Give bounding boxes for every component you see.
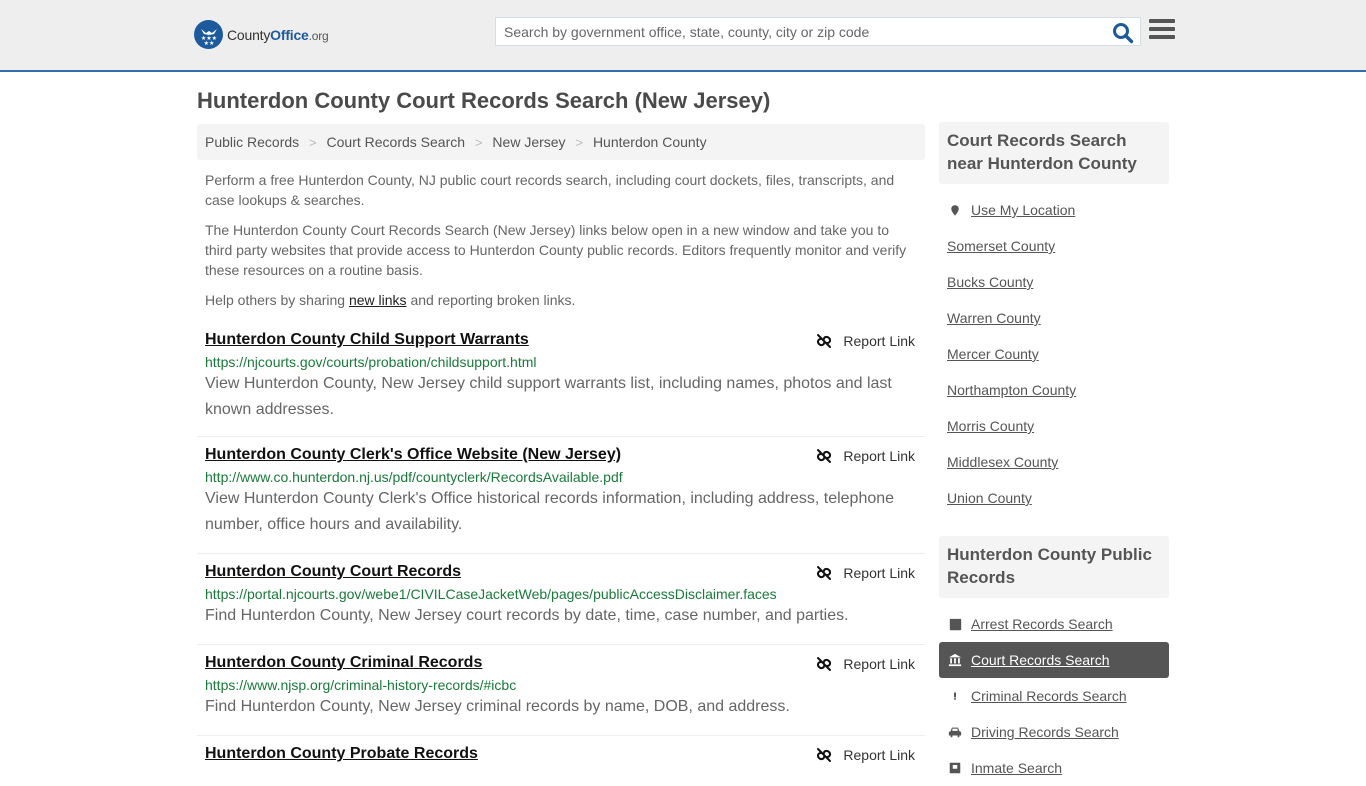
- public-records-list: Arrest Records Search Court Records Sear…: [939, 598, 1169, 786]
- breadcrumb-separator: >: [575, 135, 584, 150]
- site-header: ★★★ ★★ CountyOffice.org: [0, 0, 1366, 72]
- nearby-county-link[interactable]: Warren County: [947, 310, 1041, 326]
- breadcrumb-public-records[interactable]: Public Records: [205, 134, 299, 150]
- report-link-button[interactable]: Report Link: [815, 447, 915, 465]
- result-item: Hunterdon County Child Support Warrants …: [197, 322, 925, 437]
- new-links-link[interactable]: new links: [349, 292, 407, 308]
- sidebar-item-inmate-search[interactable]: Inmate Search: [939, 750, 1169, 786]
- result-description: View Hunterdon County Clerk's Office his…: [205, 490, 895, 533]
- nearby-county-item[interactable]: Morris County: [939, 408, 1169, 444]
- exclamation-icon: [947, 688, 963, 704]
- result-url: https://www.njsp.org/criminal-history-re…: [205, 677, 517, 693]
- nearby-county-link[interactable]: Bucks County: [947, 274, 1033, 290]
- report-link-button[interactable]: Report Link: [815, 332, 915, 350]
- logo-wordmark: CountyOffice.org: [227, 26, 329, 43]
- nearby-county-link[interactable]: Northampton County: [947, 382, 1076, 398]
- nearby-county-item[interactable]: Middlesex County: [939, 444, 1169, 480]
- result-title-link[interactable]: Hunterdon County Clerk's Office Website …: [205, 446, 621, 464]
- sidebar-link[interactable]: Arrest Records Search: [971, 616, 1113, 632]
- sidebar-item-arrest-records[interactable]: Arrest Records Search: [939, 606, 1169, 642]
- inmate-icon: [947, 760, 963, 776]
- nearby-county-item[interactable]: Warren County: [939, 300, 1169, 336]
- result-title-link[interactable]: Hunterdon County Probate Records: [205, 745, 478, 763]
- result-description: View Hunterdon County, New Jersey child …: [205, 375, 892, 418]
- nearby-county-link[interactable]: Mercer County: [947, 346, 1039, 362]
- page-title: Hunterdon County Court Records Search (N…: [197, 88, 771, 113]
- sidebar-item-driving-records[interactable]: Driving Records Search: [939, 714, 1169, 750]
- result-url: https://portal.njcourts.gov/webe1/CIVILC…: [205, 586, 777, 602]
- nearby-county-link[interactable]: Union County: [947, 490, 1032, 506]
- broken-link-icon: [817, 657, 832, 671]
- courthouse-icon: [947, 652, 963, 668]
- square-icon: [947, 616, 963, 632]
- nearby-heading: Court Records Search near Hunterdon Coun…: [939, 122, 1169, 184]
- result-item: Hunterdon County Court Records Report Li…: [197, 554, 925, 645]
- site-logo[interactable]: ★★★ ★★ CountyOffice.org: [194, 20, 329, 49]
- results-list: Hunterdon County Child Support Warrants …: [197, 322, 925, 773]
- report-link-button[interactable]: Report Link: [815, 746, 915, 764]
- breadcrumb-separator: >: [474, 135, 483, 150]
- nearby-county-item[interactable]: Bucks County: [939, 264, 1169, 300]
- breadcrumb-hunterdon-county[interactable]: Hunterdon County: [593, 134, 707, 150]
- result-item: Hunterdon County Clerk's Office Website …: [197, 437, 925, 554]
- result-url: https://njcourts.gov/courts/probation/ch…: [205, 354, 537, 370]
- result-title-link[interactable]: Hunterdon County Child Support Warrants: [205, 331, 529, 349]
- sidebar-link[interactable]: Court Records Search: [971, 652, 1110, 668]
- car-icon: [947, 724, 963, 740]
- intro-paragraph: The Hunterdon County Court Records Searc…: [205, 222, 907, 278]
- sidebar-item-criminal-records[interactable]: Criminal Records Search: [939, 678, 1169, 714]
- nearby-list: Use My Location Somerset County Bucks Co…: [939, 184, 1169, 516]
- broken-link-icon: [817, 449, 832, 463]
- nearby-sidebar: Court Records Search near Hunterdon Coun…: [939, 122, 1169, 516]
- breadcrumb-new-jersey[interactable]: New Jersey: [492, 134, 565, 150]
- nearby-county-link[interactable]: Morris County: [947, 418, 1034, 434]
- sidebar-item-court-records[interactable]: Court Records Search: [939, 642, 1169, 678]
- report-link-button[interactable]: Report Link: [815, 564, 915, 582]
- share-links-paragraph: Help others by sharing new links and rep…: [205, 292, 576, 308]
- intro-text: Perform a free Hunterdon County, NJ publ…: [205, 170, 917, 320]
- result-title-link[interactable]: Hunterdon County Court Records: [205, 563, 461, 581]
- use-my-location-link[interactable]: Use My Location: [971, 202, 1075, 218]
- breadcrumb-separator: >: [309, 135, 317, 150]
- public-records-sidebar: Hunterdon County Public Records Arrest R…: [939, 536, 1169, 786]
- use-my-location-item[interactable]: Use My Location: [939, 192, 1169, 228]
- sidebar-link[interactable]: Inmate Search: [971, 760, 1062, 776]
- sidebar-link[interactable]: Criminal Records Search: [971, 688, 1127, 704]
- nearby-county-link[interactable]: Middlesex County: [947, 454, 1058, 470]
- nearby-county-item[interactable]: Union County: [939, 480, 1169, 516]
- public-records-heading: Hunterdon County Public Records: [939, 536, 1169, 598]
- search-icon[interactable]: [1112, 22, 1134, 44]
- result-description: Find Hunterdon County, New Jersey crimin…: [205, 698, 790, 715]
- breadcrumb: Public Records > Court Records Search > …: [197, 124, 925, 160]
- hamburger-menu-icon[interactable]: [1149, 19, 1175, 43]
- svg-text:★★: ★★: [203, 40, 214, 47]
- report-link-button[interactable]: Report Link: [815, 655, 915, 673]
- intro-paragraph: Perform a free Hunterdon County, NJ publ…: [205, 172, 895, 208]
- breadcrumb-court-records-search[interactable]: Court Records Search: [327, 134, 466, 150]
- nearby-county-link[interactable]: Somerset County: [947, 238, 1055, 254]
- result-item: Hunterdon County Criminal Records Report…: [197, 645, 925, 736]
- site-search: [495, 17, 1141, 46]
- nearby-county-item[interactable]: Northampton County: [939, 372, 1169, 408]
- broken-link-icon: [817, 748, 832, 762]
- nearby-county-item[interactable]: Mercer County: [939, 336, 1169, 372]
- search-input[interactable]: [496, 18, 1106, 45]
- eagle-stars-logo-icon: ★★★ ★★: [194, 20, 223, 49]
- result-url: http://www.co.hunterdon.nj.us/pdf/county…: [205, 469, 623, 485]
- broken-link-icon: [817, 566, 832, 580]
- nearby-county-item[interactable]: Somerset County: [939, 228, 1169, 264]
- sidebar-link[interactable]: Driving Records Search: [971, 724, 1119, 740]
- result-item: Hunterdon County Probate Records Report …: [197, 736, 925, 773]
- map-pin-icon: [947, 202, 963, 218]
- result-description: Find Hunterdon County, New Jersey court …: [205, 607, 849, 624]
- broken-link-icon: [817, 334, 832, 348]
- result-title-link[interactable]: Hunterdon County Criminal Records: [205, 654, 482, 672]
